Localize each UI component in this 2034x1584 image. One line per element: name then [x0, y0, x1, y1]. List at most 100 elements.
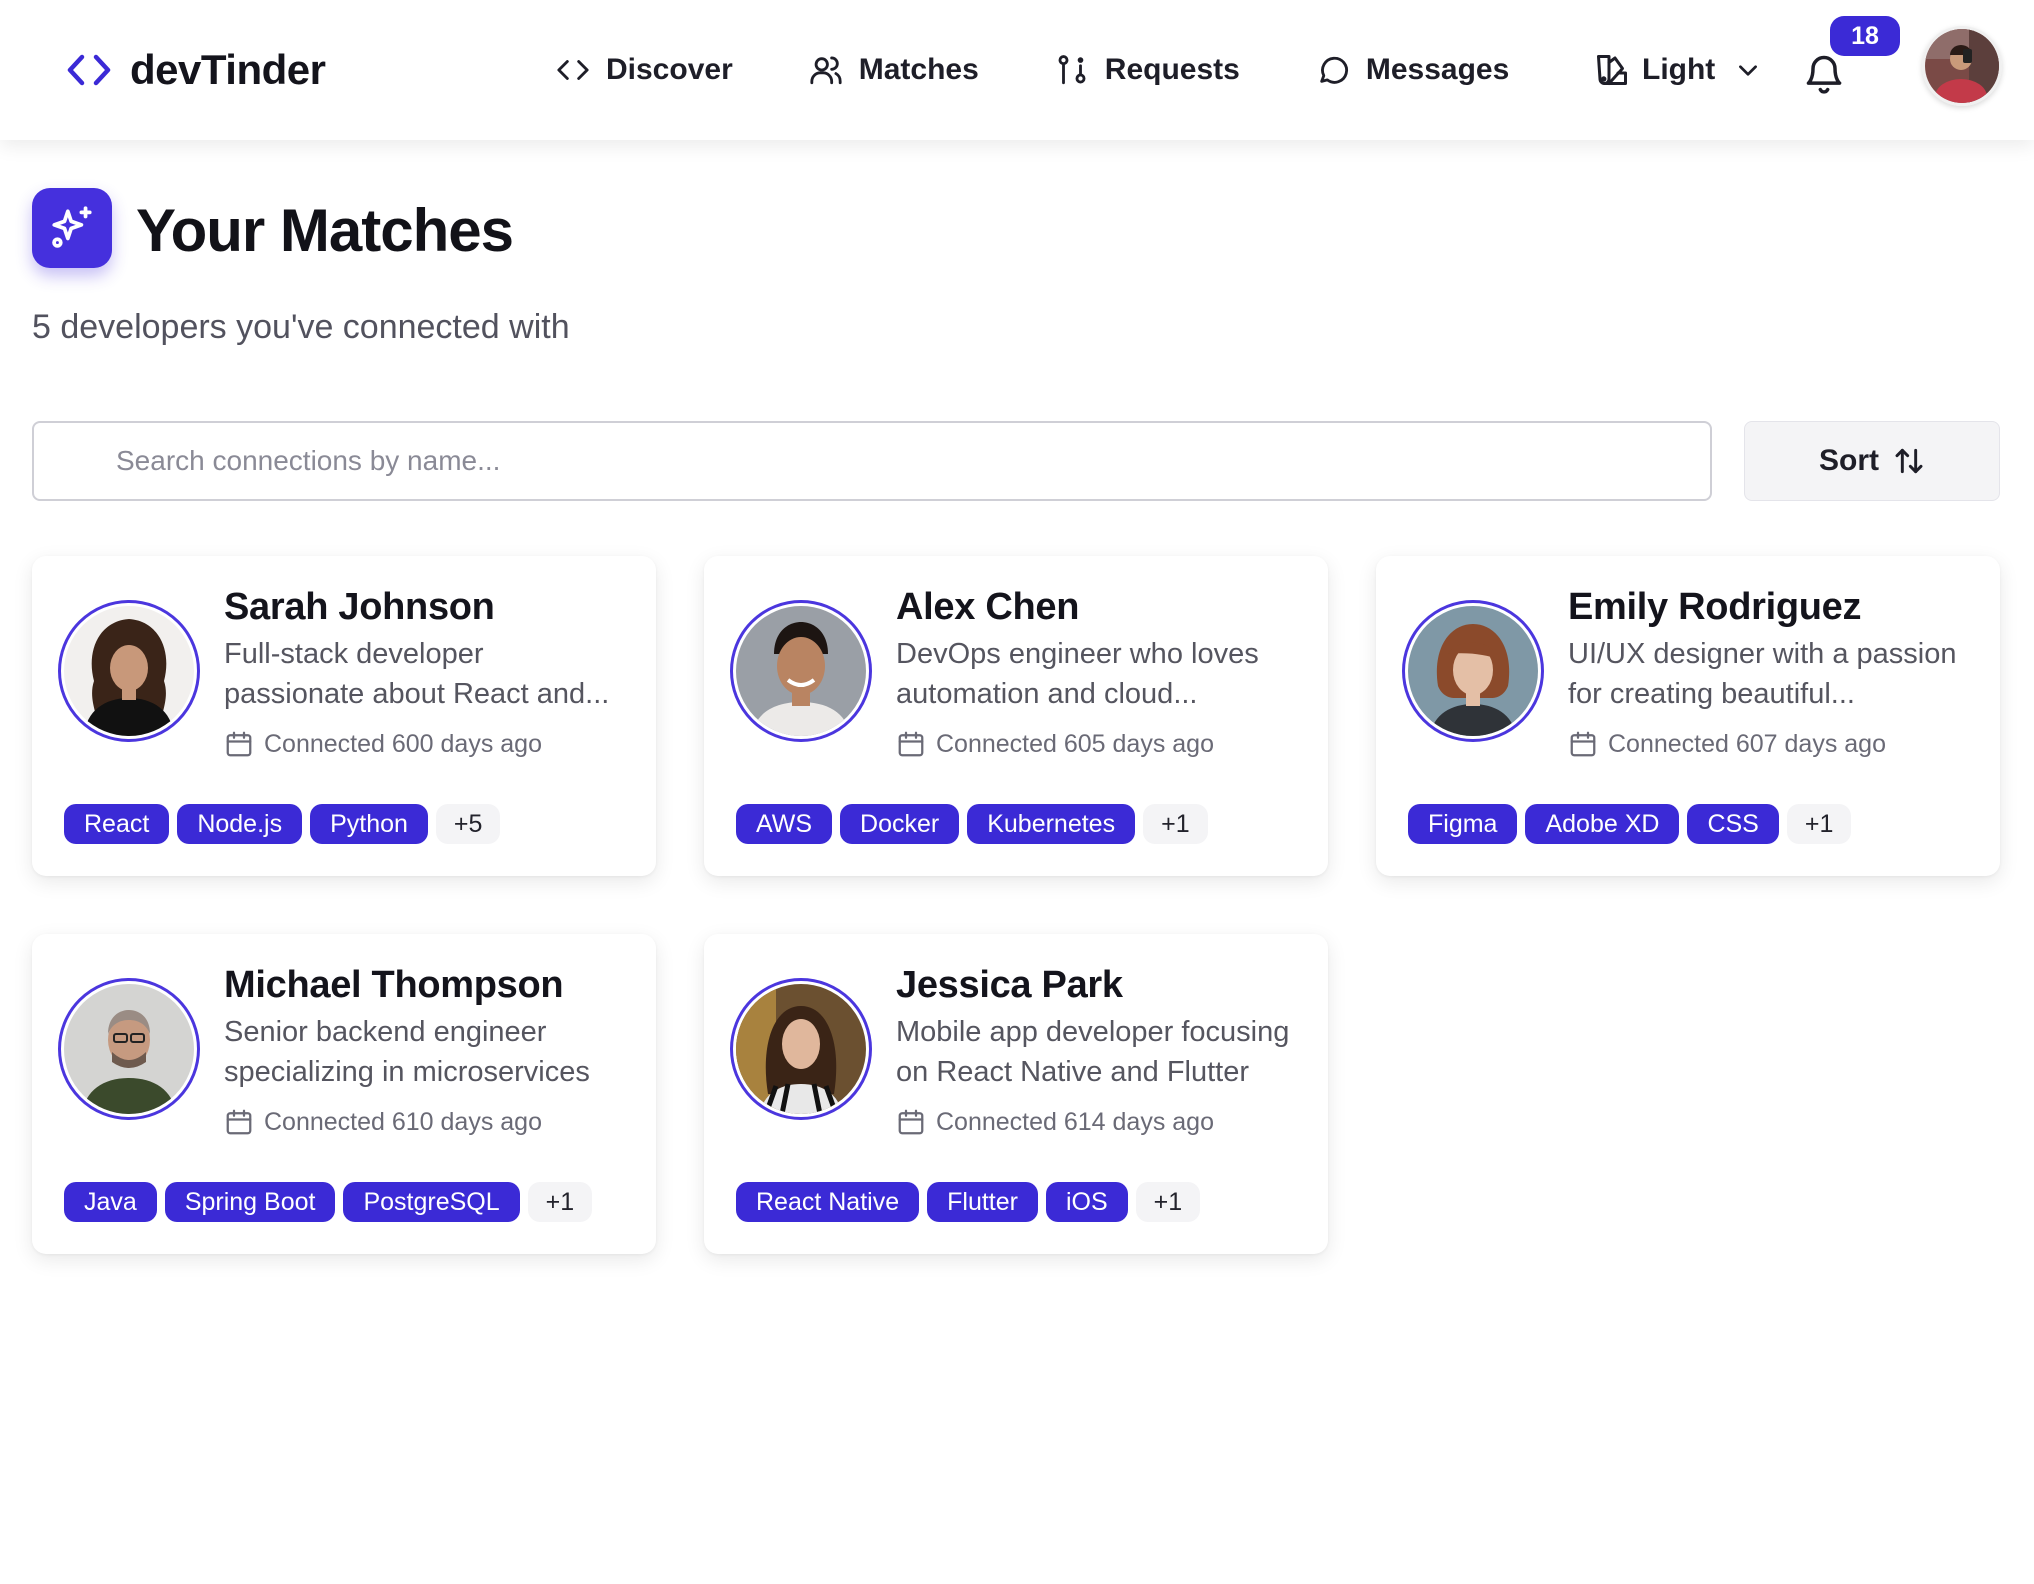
- theme-label: Light: [1642, 53, 1716, 86]
- sparkles-badge: [32, 188, 112, 268]
- connected-text: Connected 610 days ago: [264, 1107, 542, 1136]
- avatar: [730, 600, 872, 742]
- match-name: Jessica Park: [896, 964, 1123, 1006]
- skill-tag: iOS: [1045, 1182, 1128, 1222]
- calendar-icon: [1570, 731, 1596, 757]
- user-photo: [1925, 29, 1999, 103]
- connected-text: Connected 600 days ago: [264, 729, 542, 758]
- avatar: [58, 978, 200, 1120]
- match-name: Emily Rodriguez: [1568, 586, 1862, 628]
- skill-tag: Kubernetes: [967, 804, 1136, 844]
- bio-line: automation and cloud...: [896, 678, 1198, 710]
- bell-icon: [1806, 55, 1842, 94]
- page-subtitle: 5 developers you've connected with: [32, 308, 570, 346]
- skill-tag: Docker: [840, 804, 960, 844]
- bio-line: UI/UX designer with a passion: [1568, 638, 1957, 670]
- avatar-photo: [64, 984, 194, 1114]
- match-bio: DevOps engineer who loves automation and…: [896, 634, 1316, 714]
- page-title: Your Matches: [136, 197, 514, 264]
- skill-tag: Adobe XD: [1525, 804, 1680, 844]
- avatar: [730, 978, 872, 1120]
- git-pull-request-icon: [1058, 55, 1086, 85]
- avatar: [1402, 600, 1544, 742]
- skill-tags: React Native Flutter iOS +1: [736, 1182, 1201, 1222]
- brand-name: devTinder: [130, 46, 326, 93]
- skill-tags: React Node.js Python +5: [64, 804, 501, 844]
- bio-line: Full-stack developer: [224, 638, 484, 670]
- nav-link-label: Messages: [1365, 53, 1510, 86]
- nav-link-messages[interactable]: Messages: [1316, 53, 1509, 87]
- match-card-jessica-park[interactable]: Jessica Park Mobile app developer focusi…: [704, 934, 1328, 1254]
- navbar: devTinder Discover Matches Requests Mess…: [0, 0, 2034, 140]
- match-card-sarah-johnson[interactable]: Sarah Johnson Full-stack developer passi…: [32, 556, 656, 876]
- skill-tag: Figma: [1408, 804, 1518, 844]
- more-skills-tag: +1: [1143, 804, 1208, 844]
- nav-link-discover[interactable]: Discover: [556, 53, 733, 87]
- avatar-photo: [1408, 606, 1538, 736]
- skill-tags: AWS Docker Kubernetes +1: [736, 804, 1208, 844]
- more-skills-tag: +1: [527, 1182, 593, 1222]
- skill-tag: Spring Boot: [164, 1182, 336, 1222]
- skill-tag: AWS: [736, 804, 833, 844]
- avatar-photo: [736, 984, 866, 1114]
- calendar-icon: [226, 1109, 252, 1135]
- match-card-michael-thompson[interactable]: Michael Thompson Senior backend engineer…: [32, 934, 656, 1254]
- search-input[interactable]: [32, 421, 1712, 501]
- connected-since: Connected 600 days ago: [224, 726, 542, 762]
- notifications-button[interactable]: [1802, 52, 1848, 98]
- skill-tag: Flutter: [927, 1182, 1038, 1222]
- connected-since: Connected 614 days ago: [896, 1104, 1214, 1140]
- message-circle-icon: [1320, 56, 1348, 84]
- match-bio: Senior backend engineer specializing in …: [224, 1012, 644, 1092]
- nav-link-label: Discover: [606, 53, 733, 86]
- nav-links: Discover Matches Requests Messages: [556, 44, 1585, 96]
- avatar-photo: [736, 606, 866, 736]
- connected-since: Connected 605 days ago: [896, 726, 1214, 762]
- connected-text: Connected 607 days ago: [1608, 729, 1886, 758]
- match-bio: Full-stack developer passionate about Re…: [224, 634, 644, 714]
- match-name: Sarah Johnson: [224, 586, 495, 628]
- connected-since: Connected 610 days ago: [224, 1104, 542, 1140]
- match-bio: Mobile app developer focusing on React N…: [896, 1012, 1316, 1092]
- bio-line: Senior backend engineer: [224, 1016, 547, 1048]
- match-card-emily-rodriguez[interactable]: Emily Rodriguez UI/UX designer with a pa…: [1376, 556, 2000, 876]
- theme-dropdown[interactable]: Light: [1594, 46, 1761, 94]
- skill-tag: CSS: [1687, 804, 1779, 844]
- calendar-icon: [226, 731, 252, 757]
- nav-link-label: Matches: [858, 53, 979, 86]
- sparkles-icon: [52, 206, 92, 248]
- connected-text: Connected 614 days ago: [936, 1107, 1214, 1136]
- skill-tags: Java Spring Boot PostgreSQL +1: [64, 1182, 593, 1222]
- bio-line: on React Native and Flutter: [896, 1056, 1250, 1088]
- more-skills-tag: +5: [435, 804, 501, 844]
- match-name: Alex Chen: [896, 586, 1080, 628]
- match-name: Michael Thompson: [224, 964, 564, 1006]
- connected-text: Connected 605 days ago: [936, 729, 1214, 758]
- code-brackets-icon: [67, 54, 111, 86]
- nav-link-label: Requests: [1104, 53, 1240, 86]
- skill-tags: Figma Adobe XD CSS +1: [1408, 804, 1852, 844]
- skill-tag: Python: [310, 804, 428, 844]
- match-card-alex-chen[interactable]: Alex Chen DevOps engineer who loves auto…: [704, 556, 1328, 876]
- bio-line: Mobile app developer focusing: [896, 1016, 1290, 1048]
- swatch-book-icon: [1597, 55, 1627, 85]
- avatar: [58, 600, 200, 742]
- connected-since: Connected 607 days ago: [1568, 726, 1886, 762]
- skill-tag: Node.js: [177, 804, 303, 844]
- nav-link-requests[interactable]: Requests: [1055, 53, 1240, 87]
- users-icon: [810, 56, 842, 85]
- skill-tag: PostgreSQL: [343, 1182, 520, 1222]
- bio-line: DevOps engineer who loves: [896, 638, 1259, 670]
- skill-tag: Java: [64, 1182, 157, 1222]
- sort-label: Sort: [1819, 444, 1879, 477]
- avatar-photo: [64, 606, 194, 736]
- match-bio: UI/UX designer with a passion for creati…: [1568, 634, 1988, 714]
- nav-link-matches[interactable]: Matches: [809, 53, 979, 87]
- sort-button[interactable]: Sort: [1744, 421, 2000, 501]
- bio-line: for creating beautiful...: [1568, 678, 1855, 710]
- user-avatar[interactable]: [1922, 26, 2002, 106]
- bio-line: specializing in microservices: [224, 1056, 590, 1088]
- skill-tag: React: [64, 804, 170, 844]
- brand-logo-link[interactable]: devTinder: [66, 44, 326, 96]
- more-skills-tag: +1: [1135, 1182, 1201, 1222]
